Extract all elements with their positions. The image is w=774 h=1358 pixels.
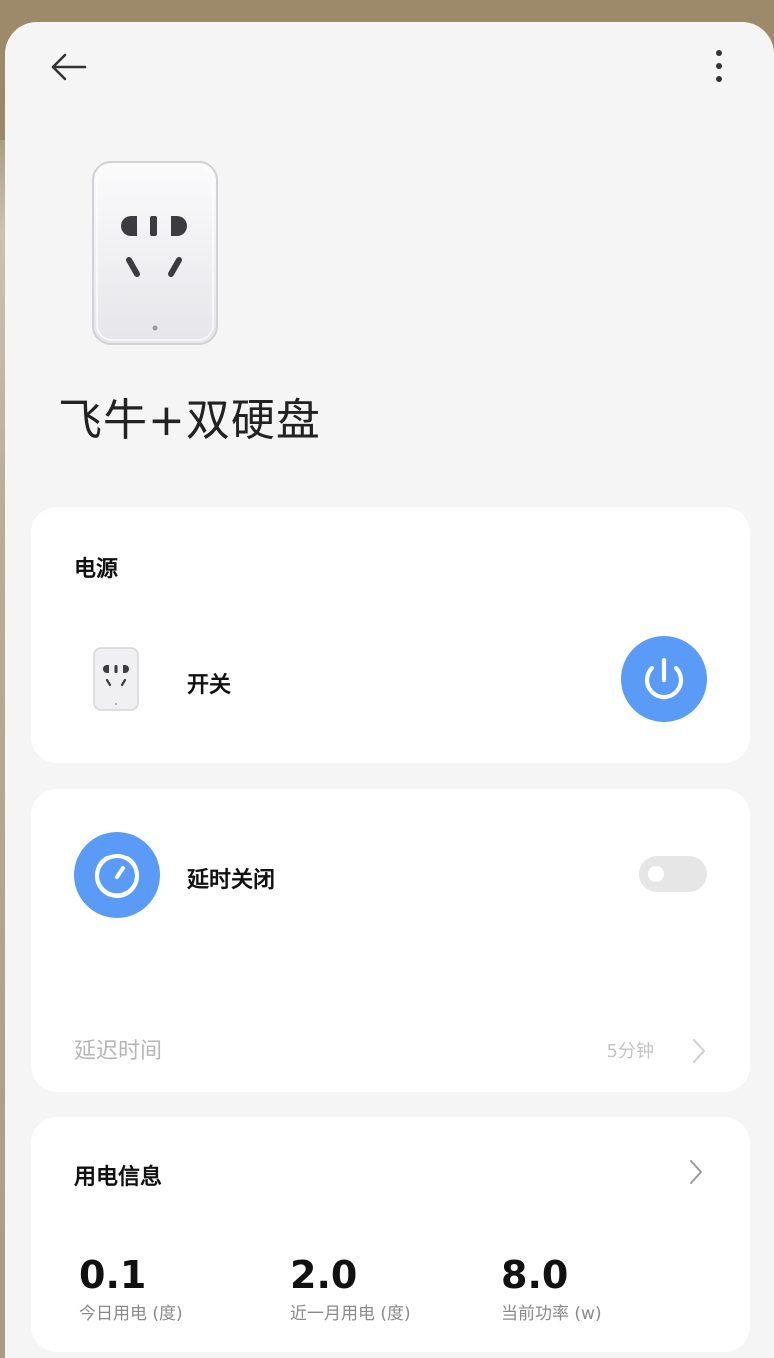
switch-label: 开关 [187,673,232,698]
device-name-title: 飞牛+双硬盘 [58,395,321,446]
delayed-off-label: 延时关闭 [187,868,276,893]
smart-plug-image [91,160,219,346]
energy-info-card: 用电信息 0.1 今日用电 (度) 2.0 近一月用电 (度) 8.0 当前功率… [31,1117,750,1352]
stat-value: 0.1 [79,1253,147,1297]
more-options-button[interactable] [701,44,737,88]
stat-label: 今日用电 (度) [79,1304,183,1324]
toggle-knob [648,866,664,882]
power-icon [644,657,684,700]
chevron-right-icon [689,1037,709,1065]
delayed-off-card: 延时关闭 延迟时间 5分钟 [31,789,750,1092]
stat-today-usage: 0.1 今日用电 (度) [79,1253,183,1324]
arrow-left-icon [51,53,87,81]
more-vertical-icon [716,50,722,82]
power-toggle-button[interactable] [621,636,707,722]
power-card: 电源 开关 [31,507,750,763]
device-detail-sheet: 飞牛+双硬盘 电源 开关 延时关闭 延迟时间 5分钟 用电信息 0.1 今日用电… [5,22,774,1358]
stat-current-power: 8.0 当前功率 (w) [501,1253,602,1324]
delay-time-value: 5分钟 [606,1041,654,1062]
energy-info-title: 用电信息 [74,1165,163,1190]
stat-month-usage: 2.0 近一月用电 (度) [290,1253,411,1324]
stat-label: 当前功率 (w) [501,1304,602,1324]
power-card-title: 电源 [74,557,119,582]
plug-thumbnail-icon [93,647,139,711]
timer-icon [74,832,160,918]
stat-label: 近一月用电 (度) [290,1304,411,1324]
delayed-off-toggle[interactable] [639,856,707,892]
stat-value: 2.0 [290,1253,358,1297]
back-button[interactable] [45,50,93,84]
stat-value: 8.0 [501,1253,569,1297]
chevron-right-icon [686,1158,706,1186]
delay-time-label: 延迟时间 [74,1039,163,1064]
